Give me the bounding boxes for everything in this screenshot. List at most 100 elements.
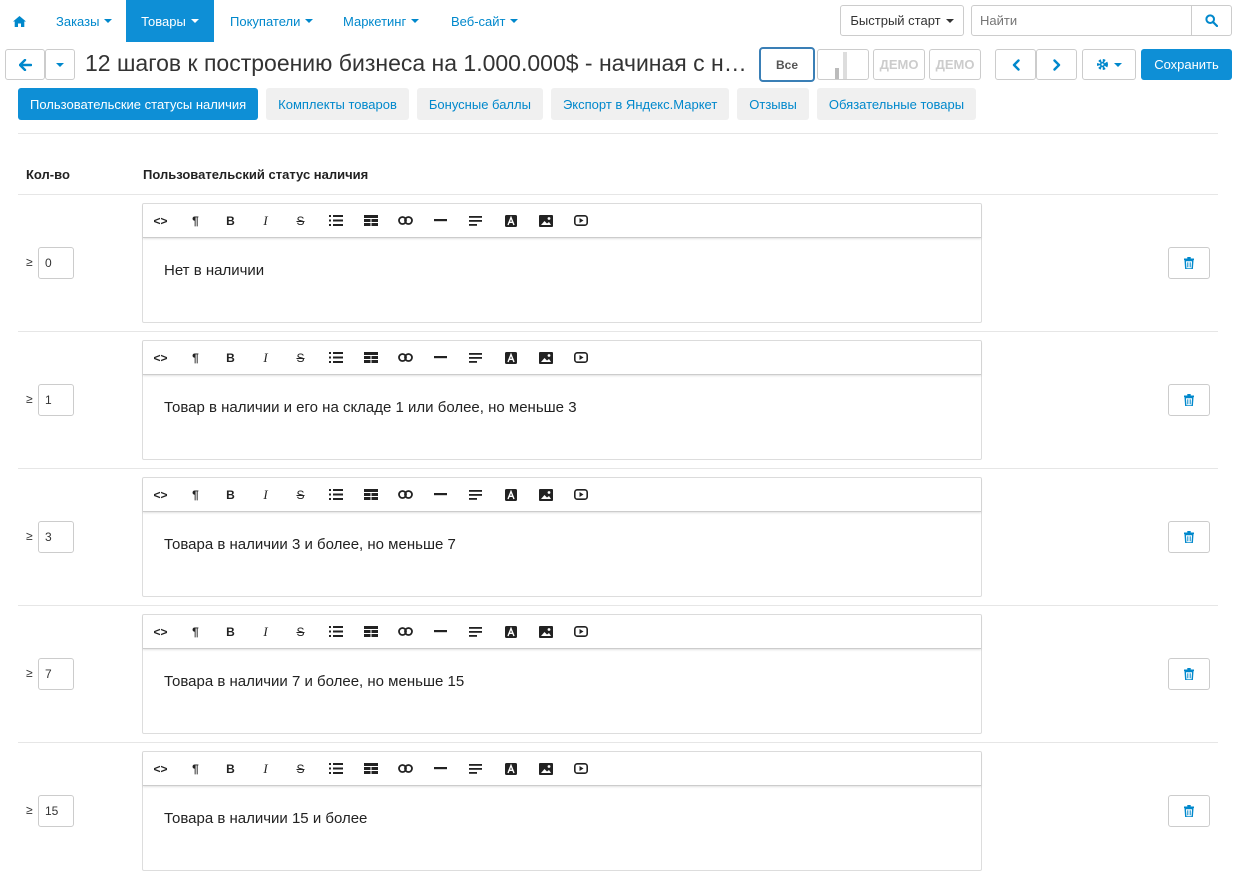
italic-button[interactable]: I: [248, 341, 283, 375]
link-button[interactable]: [388, 752, 423, 786]
demo-button-2[interactable]: ДЕМО: [929, 49, 981, 80]
video-button[interactable]: [563, 615, 598, 649]
qty-input[interactable]: 15: [38, 795, 74, 827]
back-button[interactable]: [5, 49, 45, 80]
search-input[interactable]: [972, 6, 1191, 35]
video-button[interactable]: [563, 478, 598, 512]
demo-button-1[interactable]: ДЕМО: [873, 49, 925, 80]
table-button[interactable]: [353, 752, 388, 786]
paragraph-button[interactable]: ¶: [178, 341, 213, 375]
list-button[interactable]: [318, 615, 353, 649]
text-color-button[interactable]: [493, 478, 528, 512]
image-button[interactable]: [528, 752, 563, 786]
image-button[interactable]: [528, 615, 563, 649]
code-view-button[interactable]: <>: [143, 752, 178, 786]
home-link[interactable]: [0, 0, 38, 42]
list-button[interactable]: [318, 478, 353, 512]
qty-input[interactable]: 3: [38, 521, 74, 553]
code-view-button[interactable]: <>: [143, 204, 178, 238]
code-view-button[interactable]: <>: [143, 341, 178, 375]
tab-product-bundles[interactable]: Комплекты товаров: [266, 88, 409, 120]
code-view-button[interactable]: <>: [143, 615, 178, 649]
bold-button[interactable]: B: [213, 752, 248, 786]
list-button[interactable]: [318, 204, 353, 238]
link-button[interactable]: [388, 204, 423, 238]
paragraph-button[interactable]: ¶: [178, 478, 213, 512]
prev-button[interactable]: [995, 49, 1036, 80]
italic-button[interactable]: I: [248, 752, 283, 786]
bold-button[interactable]: B: [213, 478, 248, 512]
italic-button[interactable]: I: [248, 615, 283, 649]
next-button[interactable]: [1036, 49, 1077, 80]
qty-input[interactable]: 1: [38, 384, 74, 416]
editor-content[interactable]: Нет в наличии: [164, 262, 264, 279]
strikethrough-button[interactable]: S: [283, 204, 318, 238]
paragraph-button[interactable]: ¶: [178, 615, 213, 649]
editor-content[interactable]: Товара в наличии 15 и более: [164, 810, 367, 827]
nav-marketing[interactable]: Маркетинг: [331, 0, 431, 42]
table-button[interactable]: [353, 341, 388, 375]
search-button[interactable]: [1191, 6, 1231, 35]
strikethrough-button[interactable]: S: [283, 615, 318, 649]
align-button[interactable]: [458, 478, 493, 512]
code-view-button[interactable]: <>: [143, 478, 178, 512]
horizontal-rule-button[interactable]: [423, 615, 458, 649]
align-button[interactable]: [458, 341, 493, 375]
editor-content[interactable]: Товара в наличии 3 и более, но меньше 7: [164, 536, 456, 553]
editor-content[interactable]: Товара в наличии 7 и более, но меньше 15: [164, 673, 464, 690]
horizontal-rule-button[interactable]: [423, 204, 458, 238]
video-button[interactable]: [563, 341, 598, 375]
bold-button[interactable]: B: [213, 341, 248, 375]
italic-button[interactable]: I: [248, 204, 283, 238]
save-button[interactable]: Сохранить: [1141, 49, 1232, 80]
delete-button[interactable]: [1168, 795, 1210, 827]
strikethrough-button[interactable]: S: [283, 478, 318, 512]
paragraph-button[interactable]: ¶: [178, 752, 213, 786]
delete-button[interactable]: [1168, 384, 1210, 416]
back-dropdown-button[interactable]: [45, 49, 75, 80]
list-button[interactable]: [318, 341, 353, 375]
text-color-button[interactable]: [493, 752, 528, 786]
horizontal-rule-button[interactable]: [423, 341, 458, 375]
delete-button[interactable]: [1168, 247, 1210, 279]
nav-orders[interactable]: Заказы: [44, 0, 124, 42]
nav-customers[interactable]: Покупатели: [218, 0, 325, 42]
italic-button[interactable]: I: [248, 478, 283, 512]
editor-content[interactable]: Товар в наличии и его на складе 1 или бо…: [164, 399, 577, 416]
image-button[interactable]: [528, 341, 563, 375]
table-button[interactable]: [353, 204, 388, 238]
image-button[interactable]: [528, 478, 563, 512]
bold-button[interactable]: B: [213, 204, 248, 238]
video-button[interactable]: [563, 204, 598, 238]
align-button[interactable]: [458, 204, 493, 238]
align-button[interactable]: [458, 615, 493, 649]
link-button[interactable]: [388, 341, 423, 375]
stats-button[interactable]: [817, 49, 869, 80]
filter-all-button[interactable]: Все: [759, 47, 815, 82]
tab-required-products[interactable]: Обязательные товары: [816, 88, 977, 120]
nav-products[interactable]: Товары: [126, 0, 214, 42]
text-color-button[interactable]: [493, 204, 528, 238]
quickstart-button[interactable]: Быстрый старт: [840, 5, 964, 36]
link-button[interactable]: [388, 615, 423, 649]
tab-custom-stock-statuses[interactable]: Пользовательские статусы наличия: [18, 88, 259, 120]
tab-bonus-points[interactable]: Бонусные баллы: [416, 88, 543, 120]
link-button[interactable]: [388, 478, 423, 512]
horizontal-rule-button[interactable]: [423, 752, 458, 786]
settings-button[interactable]: [1082, 49, 1136, 80]
tab-yandex-market-export[interactable]: Экспорт в Яндекс.Маркет: [550, 88, 730, 120]
strikethrough-button[interactable]: S: [283, 752, 318, 786]
paragraph-button[interactable]: ¶: [178, 204, 213, 238]
delete-button[interactable]: [1168, 658, 1210, 690]
nav-website[interactable]: Веб-сайт: [439, 0, 530, 42]
list-button[interactable]: [318, 752, 353, 786]
qty-input[interactable]: 7: [38, 658, 74, 690]
video-button[interactable]: [563, 752, 598, 786]
image-button[interactable]: [528, 204, 563, 238]
horizontal-rule-button[interactable]: [423, 478, 458, 512]
tab-reviews[interactable]: Отзывы: [737, 88, 809, 120]
bold-button[interactable]: B: [213, 615, 248, 649]
strikethrough-button[interactable]: S: [283, 341, 318, 375]
text-color-button[interactable]: [493, 341, 528, 375]
table-button[interactable]: [353, 615, 388, 649]
